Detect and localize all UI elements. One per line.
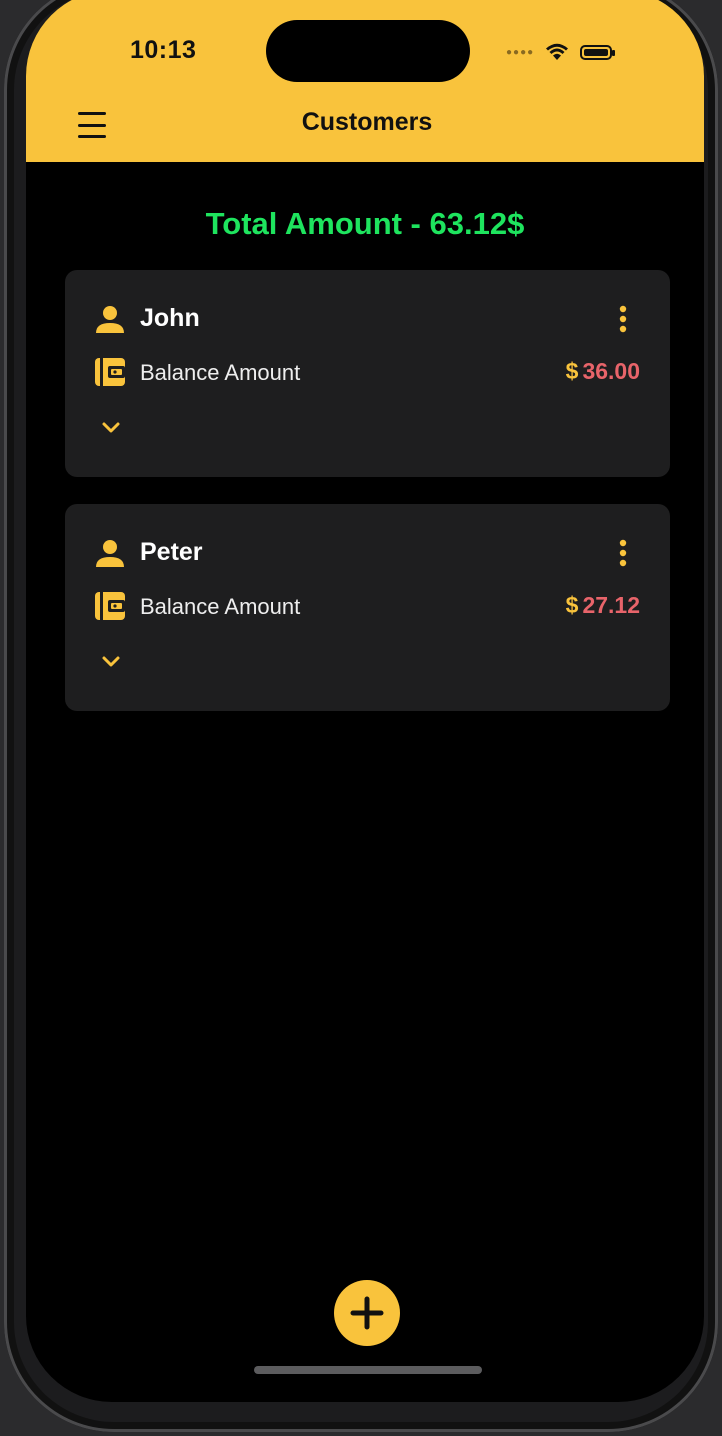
balance-label: Balance Amount	[140, 594, 301, 619]
customer-card[interactable]: John Balance Amount $ 36.00	[65, 270, 670, 477]
plus-icon	[350, 1296, 384, 1330]
amount-value: 36.00	[582, 358, 640, 384]
wallet-icon	[95, 592, 125, 620]
status-time: 10:13	[130, 36, 197, 64]
header-content: 10:13 ●●●● Customers	[48, 0, 686, 162]
amount-value: 27.12	[582, 592, 640, 618]
home-indicator[interactable]	[254, 1366, 482, 1374]
status-icons: ●●●●	[506, 42, 616, 62]
phone-frame: 10:13 ●●●● Customers Total Amount - 63.1…	[4, 0, 718, 1432]
customer-name: John	[140, 304, 200, 332]
balance-label: Balance Amount	[140, 360, 301, 385]
more-vertical-icon[interactable]	[611, 304, 635, 334]
customer-name: Peter	[140, 538, 203, 566]
more-vertical-icon[interactable]	[611, 538, 635, 568]
person-icon	[96, 540, 124, 567]
chevron-down-icon[interactable]	[97, 652, 125, 672]
battery-icon	[580, 44, 616, 60]
total-amount: Total Amount - 63.12$	[205, 206, 525, 241]
currency-symbol: $	[565, 358, 579, 384]
wifi-icon	[546, 43, 569, 60]
add-customer-button[interactable]	[334, 1280, 400, 1346]
balance-amount: $ 36.00	[566, 358, 640, 385]
customer-card[interactable]: Peter Balance Amount $ 27.12	[65, 504, 670, 711]
balance-amount: $ 27.12	[566, 592, 640, 619]
currency-symbol: $	[565, 592, 579, 618]
wallet-icon	[95, 358, 125, 386]
person-icon	[96, 306, 124, 333]
app-screen: 10:13 ●●●● Customers Total Amount - 63.1…	[26, 0, 704, 1402]
signal-dots-icon: ●●●●	[506, 46, 535, 58]
page-title: Customers	[301, 108, 433, 136]
chevron-down-icon[interactable]	[97, 418, 125, 438]
dynamic-island	[266, 20, 470, 82]
app-header: 10:13 ●●●● Customers	[26, 0, 704, 162]
